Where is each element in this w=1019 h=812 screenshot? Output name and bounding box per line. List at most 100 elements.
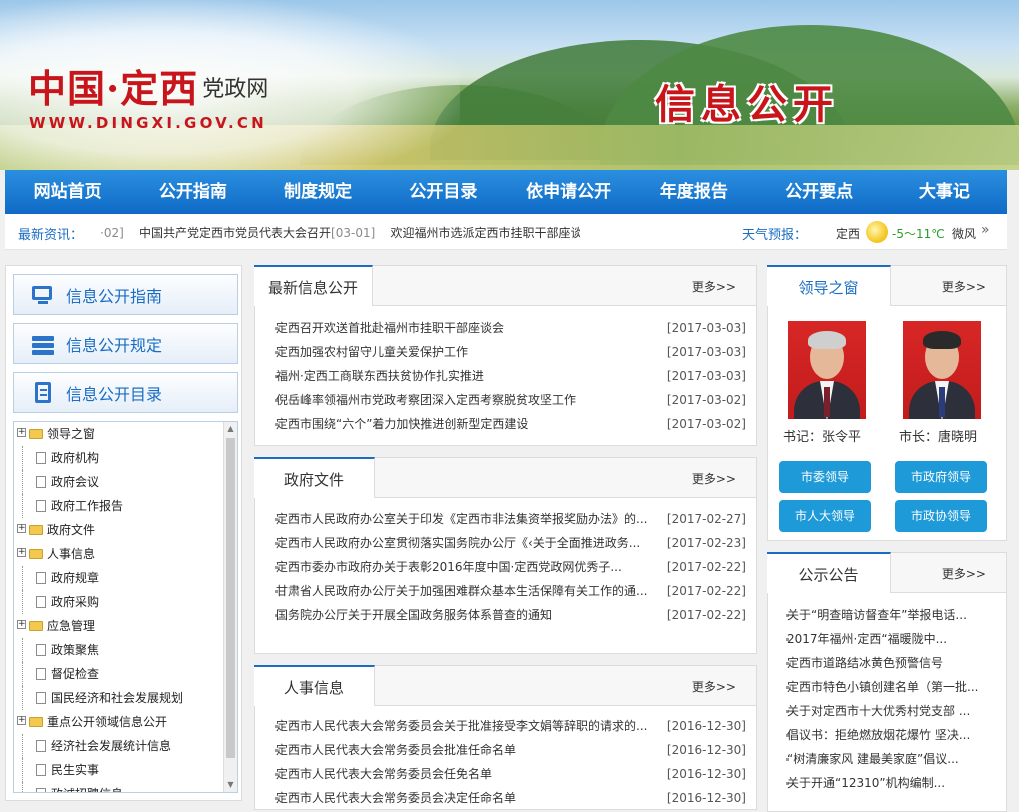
- news-title[interactable]: 定西市人民政府办公室贯彻落实国务院办公厅《‹关于全面推进政务...: [275, 531, 650, 555]
- tree-label: 应急管理: [47, 619, 96, 633]
- peoples-congress-leaders-button[interactable]: 市人大领导: [779, 500, 871, 532]
- expand-plus-icon[interactable]: +: [17, 524, 26, 533]
- news-title[interactable]: 国务院办公厅关于开展全国政务服务体系普查的通知: [275, 603, 650, 627]
- nav-catalog[interactable]: 公开目录: [381, 170, 506, 214]
- scroll-thumb[interactable]: [226, 438, 235, 758]
- nav-key-points[interactable]: 公开要点: [757, 170, 882, 214]
- news-title[interactable]: 福州·定西工商联东西扶贫协作扎实推进: [275, 364, 650, 388]
- news-title[interactable]: 定西召开欢送首批赴福州市挂职干部座谈会: [275, 316, 650, 340]
- news-item[interactable]: 定西市人民代表大会常务委员会决定任命名单 [2016-12-30]: [275, 786, 746, 810]
- panel-title[interactable]: 政府文件: [254, 457, 376, 498]
- panel-title[interactable]: 最新信息公开: [254, 265, 374, 306]
- tree-line: [22, 782, 23, 792]
- info-guide-label: 信息公开指南: [66, 286, 163, 306]
- notice-title[interactable]: 倡议书：拒绝燃放烟花爆竹 坚决...: [786, 723, 986, 747]
- news-title[interactable]: 定西市人民代表大会常务委员会关于批准接受李文娟等辞职的请求的...: [275, 714, 650, 738]
- more-link[interactable]: 更多>>: [942, 565, 986, 582]
- nav-rules[interactable]: 制度规定: [256, 170, 381, 214]
- document-icon: [36, 500, 46, 512]
- news-item[interactable]: 定西市人民政府办公室贯彻落实国务院办公厅《‹关于全面推进政务... [2017-0…: [275, 531, 746, 555]
- panel-title[interactable]: 领导之窗: [767, 265, 891, 306]
- news-title[interactable]: 甘肃省人民政府办公厅关于加强困难群众基本生活保障有关工作的通...: [275, 579, 650, 603]
- news-item[interactable]: 定西市人民政府办公室关于印发《定西市非法集资举报奖励办法》的... [2017-0…: [275, 507, 746, 531]
- news-item[interactable]: 倪岳峰率领福州市党政考察团深入定西考察脱贫攻坚工作 [2017-03-02]: [275, 388, 746, 412]
- leader-photo-secretary[interactable]: [788, 321, 866, 419]
- info-guide-button[interactable]: 信息公开指南: [13, 274, 238, 315]
- notice-item[interactable]: 关于开通“12310”机构编制...: [786, 771, 992, 795]
- news-item[interactable]: 定西加强农村留守儿童关爱保护工作 [2017-03-03]: [275, 340, 746, 364]
- news-title[interactable]: 定西市人民代表大会常务委员会任免名单: [275, 762, 650, 786]
- news-item[interactable]: 定西召开欢送首批赴福州市挂职干部座谈会 [2017-03-03]: [275, 316, 746, 340]
- news-date: [2017-03-03]: [666, 369, 746, 383]
- info-catalog-button[interactable]: 信息公开目录: [13, 372, 238, 413]
- nav-apply[interactable]: 依申请公开: [506, 170, 631, 214]
- notice-title[interactable]: 2017年福州·定西“福暖陇中...: [786, 627, 986, 651]
- scroll-down-icon[interactable]: ▼: [224, 778, 237, 792]
- more-link[interactable]: 更多>>: [942, 278, 986, 295]
- document-icon: [36, 476, 46, 488]
- catalog-tree: + 领导之窗 政府机构 政府会议 政府工作报告 + 政府文件 + 人事信息 政府规章 政府采购 + 应急…: [13, 421, 238, 793]
- ticker-label: 最新资讯：: [18, 228, 84, 243]
- more-link[interactable]: 更多>>: [692, 678, 736, 695]
- ticker-item[interactable]: 欢迎福州市选派定西市挂职干部座谈: [391, 226, 580, 240]
- news-item[interactable]: 定西市人民代表大会常务委员会批准任命名单 [2016-12-30]: [275, 738, 746, 762]
- notice-title[interactable]: 关于“明查暗访督查年”举报电话...: [786, 603, 986, 627]
- news-title[interactable]: 定西市人民代表大会常务委员会决定任命名单: [275, 786, 650, 810]
- notice-title[interactable]: 关于对定西市十大优秀村党支部 ...: [786, 699, 986, 723]
- nav-guide[interactable]: 公开指南: [130, 170, 255, 214]
- notice-title[interactable]: 关于开通“12310”机构编制...: [786, 771, 986, 795]
- notice-item[interactable]: 关于“明查暗访督查年”举报电话...: [786, 603, 992, 627]
- tree-scrollbar[interactable]: ▲ ▼: [223, 422, 237, 792]
- notice-item[interactable]: 2017年福州·定西“福暖陇中...: [786, 627, 992, 651]
- nav-chronicle[interactable]: 大事记: [882, 170, 1007, 214]
- notice-title[interactable]: 定西市道路结冰黄色预警信号: [786, 651, 986, 675]
- notice-item[interactable]: 定西市道路结冰黄色预警信号: [786, 651, 992, 675]
- panel-header: 人事信息 更多>>: [254, 665, 756, 706]
- city-committee-leaders-button[interactable]: 市委领导: [779, 461, 871, 493]
- news-item[interactable]: 福州·定西工商联东西扶贫协作扎实推进 [2017-03-03]: [275, 364, 746, 388]
- news-title[interactable]: 倪岳峰率领福州市党政考察团深入定西考察脱贫攻坚工作: [275, 388, 650, 412]
- scroll-up-icon[interactable]: ▲: [224, 422, 237, 436]
- notice-title[interactable]: “树清廉家风 建最美家庭”倡议...: [786, 747, 986, 771]
- expand-plus-icon[interactable]: +: [17, 428, 26, 437]
- news-item[interactable]: 甘肃省人民政府办公厅关于加强困难群众基本生活保障有关工作的通... [2017-0…: [275, 579, 746, 603]
- news-item[interactable]: 定西市人民代表大会常务委员会关于批准接受李文娟等辞职的请求的... [2016-1…: [275, 714, 746, 738]
- news-title[interactable]: 定西加强农村留守儿童关爱保护工作: [275, 340, 650, 364]
- leader-photo-mayor[interactable]: [903, 321, 981, 419]
- news-item[interactable]: 定西市人民代表大会常务委员会任免名单 [2016-12-30]: [275, 762, 746, 786]
- nav-annual-report[interactable]: 年度报告: [631, 170, 756, 214]
- expand-plus-icon[interactable]: +: [17, 548, 26, 557]
- notice-item[interactable]: 定西市特色小镇创建名单（第一批...: [786, 675, 992, 699]
- info-rules-button[interactable]: 信息公开规定: [13, 323, 238, 364]
- weather-more-arrow-icon[interactable]: »: [981, 222, 990, 238]
- tree-label: 重点公开领域信息公开: [47, 715, 168, 729]
- news-date: [2017-02-23]: [666, 536, 746, 550]
- city-government-leaders-button[interactable]: 市政府领导: [895, 461, 987, 493]
- logo-url: WWW.DINGXI.GOV.CN: [29, 114, 267, 132]
- news-title[interactable]: 定西市围绕“六个”着力加快推进创新型定西建设: [275, 412, 650, 436]
- more-link[interactable]: 更多>>: [692, 470, 736, 487]
- news-item[interactable]: 定西市委办市政府办关于表彰2016年度中国·定西党政网优秀子... [2017-0…: [275, 555, 746, 579]
- news-title[interactable]: 定西市委办市政府办关于表彰2016年度中国·定西党政网优秀子...: [275, 555, 650, 579]
- notice-item[interactable]: “树清廉家风 建最美家庭”倡议...: [786, 747, 992, 771]
- weather-label: 天气预报：: [742, 228, 808, 243]
- notice-item[interactable]: 关于对定西市十大优秀村党支部 ...: [786, 699, 992, 723]
- cppcc-leaders-button[interactable]: 市政协领导: [895, 500, 987, 532]
- notice-title[interactable]: 定西市特色小镇创建名单（第一批...: [786, 675, 986, 699]
- panel-title[interactable]: 公示公告: [767, 552, 891, 593]
- news-date: [2017-03-03]: [666, 345, 746, 359]
- news-item[interactable]: 定西市围绕“六个”着力加快推进创新型定西建设 [2017-03-02]: [275, 412, 746, 436]
- nav-home[interactable]: 网站首页: [5, 170, 130, 214]
- news-item[interactable]: 国务院办公厅关于开展全国政务服务体系普查的通知 [2017-02-22]: [275, 603, 746, 627]
- tree-label: 督促检查: [51, 667, 100, 681]
- more-link[interactable]: 更多>>: [692, 278, 736, 295]
- expand-plus-icon[interactable]: +: [17, 716, 26, 725]
- news-title[interactable]: 定西市人民政府办公室关于印发《定西市非法集资举报奖励办法》的...: [275, 507, 650, 531]
- notice-item[interactable]: 倡议书：拒绝燃放烟花爆竹 坚决...: [786, 723, 992, 747]
- panel-title[interactable]: 人事信息: [254, 665, 376, 706]
- news-title[interactable]: 定西市人民代表大会常务委员会批准任命名单: [275, 738, 650, 762]
- site-logo[interactable]: 中国·定西 党政网: [28, 58, 268, 113]
- expand-plus-icon[interactable]: +: [17, 620, 26, 629]
- tree-label: 政府会议: [51, 475, 100, 489]
- ticker-item[interactable]: 中国共产党定西市党员代表大会召开: [139, 226, 331, 240]
